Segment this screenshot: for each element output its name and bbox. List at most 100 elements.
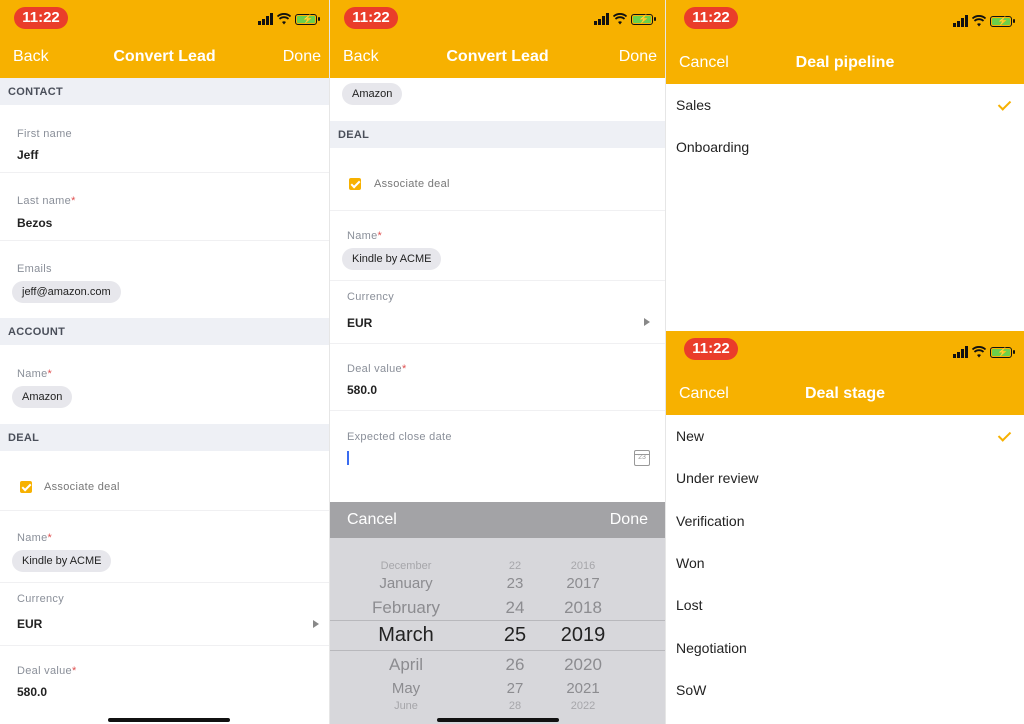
signal-icon xyxy=(594,13,609,25)
picker-month-item[interactable]: May xyxy=(346,680,466,697)
nav-title: Convert Lead xyxy=(113,48,216,65)
list-item-label: Onboarding xyxy=(676,139,750,156)
deal-name-chip[interactable]: Kindle by ACME xyxy=(12,550,112,572)
list-item[interactable]: Won xyxy=(666,542,1024,584)
picker-toolbar: Cancel Done xyxy=(330,502,665,538)
text-cursor xyxy=(347,451,349,465)
picker-month-item[interactable]: February xyxy=(346,598,466,618)
divider xyxy=(330,343,665,344)
deal-value-label: Deal value* xyxy=(17,665,77,677)
deal-name-label: Name* xyxy=(347,230,383,242)
currency-field[interactable]: EUR xyxy=(17,617,42,631)
account-name-chip[interactable]: Amazon xyxy=(342,83,403,105)
picker-year-item[interactable]: 2018 xyxy=(523,598,643,618)
close-date-label: Expected close date xyxy=(347,431,452,443)
checkmark-icon xyxy=(997,428,1012,442)
battery-icon: ⚡ xyxy=(631,13,656,25)
list-item[interactable]: SoW xyxy=(666,669,1024,711)
list-item-label: New xyxy=(676,428,705,444)
section-header-account: ACCOUNT xyxy=(0,318,329,345)
nav-title: Deal stage xyxy=(804,385,886,402)
associate-deal-label: Associate deal xyxy=(44,481,120,493)
battery-icon: ⚡ xyxy=(990,346,1015,358)
convert-lead-date-screen: 11:22 ⚡ Back Convert Lead Done Amazon DE… xyxy=(329,0,665,724)
section-header-deal: DEAL xyxy=(330,121,665,148)
done-button[interactable]: Done xyxy=(619,48,657,66)
done-button[interactable]: Done xyxy=(283,48,321,66)
first-name-field[interactable]: Jeff xyxy=(17,148,38,162)
deal-name-chip[interactable]: Kindle by ACME xyxy=(342,248,442,270)
checkmark-icon xyxy=(997,97,1012,111)
list-item-label: Under review xyxy=(676,470,759,487)
home-indicator xyxy=(108,718,230,722)
list-item-label: Verification xyxy=(676,512,745,529)
list-item-label: SoW xyxy=(676,681,707,698)
list-item[interactable]: Negotiation xyxy=(666,627,1024,669)
deal-value-field[interactable]: 580.0 xyxy=(347,383,377,397)
list-item[interactable]: Lost xyxy=(666,584,1024,626)
last-name-label: Last name* xyxy=(17,195,76,207)
wifi-icon xyxy=(277,13,291,25)
last-name-field[interactable]: Bezos xyxy=(17,216,52,230)
divider xyxy=(0,510,329,511)
section-header-contact: CONTACT xyxy=(0,78,329,105)
list-item[interactable]: Under review xyxy=(666,457,1024,499)
list-item[interactable]: Sales xyxy=(666,84,1024,126)
list-item-label: Won xyxy=(676,554,705,571)
list-item[interactable]: Verification xyxy=(666,500,1024,542)
picker-month-item[interactable]: April xyxy=(346,655,466,675)
nav-title: Convert Lead xyxy=(446,48,549,65)
list-item[interactable]: Onboarding xyxy=(666,126,1024,168)
picker-month-item[interactable]: March xyxy=(346,624,466,647)
status-time: 11:22 xyxy=(14,7,68,29)
list-item-label: Negotiation xyxy=(676,639,747,656)
deal-value-label: Deal value* xyxy=(347,363,407,375)
picker-year-item[interactable]: 2021 xyxy=(523,680,643,697)
email-chip[interactable]: jeff@amazon.com xyxy=(12,281,121,303)
home-indicator xyxy=(437,718,559,722)
associate-deal-checkbox[interactable] xyxy=(20,481,32,493)
picker-month-item[interactable]: January xyxy=(346,575,466,592)
divider xyxy=(0,240,329,241)
wifi-icon xyxy=(972,346,986,358)
list-item-label: Sales xyxy=(676,97,712,113)
status-time: 11:22 xyxy=(684,7,738,29)
currency-field[interactable]: EUR xyxy=(347,316,372,330)
picker-year-item[interactable]: 2020 xyxy=(523,655,643,675)
list-item-label: Lost xyxy=(676,597,703,614)
picker-year-item[interactable]: 2019 xyxy=(523,624,643,647)
nav-title: Deal pipeline xyxy=(795,54,895,71)
divider xyxy=(330,280,665,281)
currency-label: Currency xyxy=(17,593,65,605)
picker-month-item[interactable]: December xyxy=(346,560,466,572)
picker-month-item[interactable]: June xyxy=(346,700,466,712)
divider xyxy=(0,172,329,173)
top-bar: 11:22 ⚡ Cancel Deal stage xyxy=(666,331,1024,415)
chevron-right-icon[interactable] xyxy=(644,318,650,326)
top-bar: 11:22 ⚡ Back Convert Lead Done xyxy=(330,0,665,78)
deal-name-label: Name* xyxy=(17,532,53,544)
associate-deal-checkbox[interactable] xyxy=(349,178,361,190)
deal-value-field[interactable]: 580.0 xyxy=(17,685,47,699)
status-icons: ⚡ xyxy=(594,12,656,26)
top-bar: 11:22 ⚡ Cancel Deal pipeline xyxy=(666,0,1024,84)
account-name-chip[interactable]: Amazon xyxy=(12,386,73,408)
status-time: 11:22 xyxy=(344,7,398,29)
associate-deal-label: Associate deal xyxy=(374,178,450,190)
first-name-label: First name xyxy=(17,128,72,140)
emails-label: Emails xyxy=(17,263,52,275)
deal-stage-screen: 11:22 ⚡ Cancel Deal stage New Under revie… xyxy=(665,331,1024,724)
calendar-icon[interactable]: 23 xyxy=(634,450,650,466)
picker-done-button[interactable]: Done xyxy=(610,511,648,529)
picker-year-item[interactable]: 2022 xyxy=(523,700,643,712)
divider xyxy=(330,210,665,211)
list-item[interactable]: New xyxy=(666,415,1024,457)
chevron-right-icon[interactable] xyxy=(313,620,319,628)
status-icons: ⚡ xyxy=(953,345,1015,359)
picker-year-item[interactable]: 2016 xyxy=(523,560,643,572)
signal-icon xyxy=(258,13,273,25)
picker-cancel-button[interactable]: Cancel xyxy=(347,511,397,529)
picker-year-item[interactable]: 2017 xyxy=(523,575,643,592)
divider xyxy=(0,582,329,583)
status-icons: ⚡ xyxy=(953,14,1015,28)
